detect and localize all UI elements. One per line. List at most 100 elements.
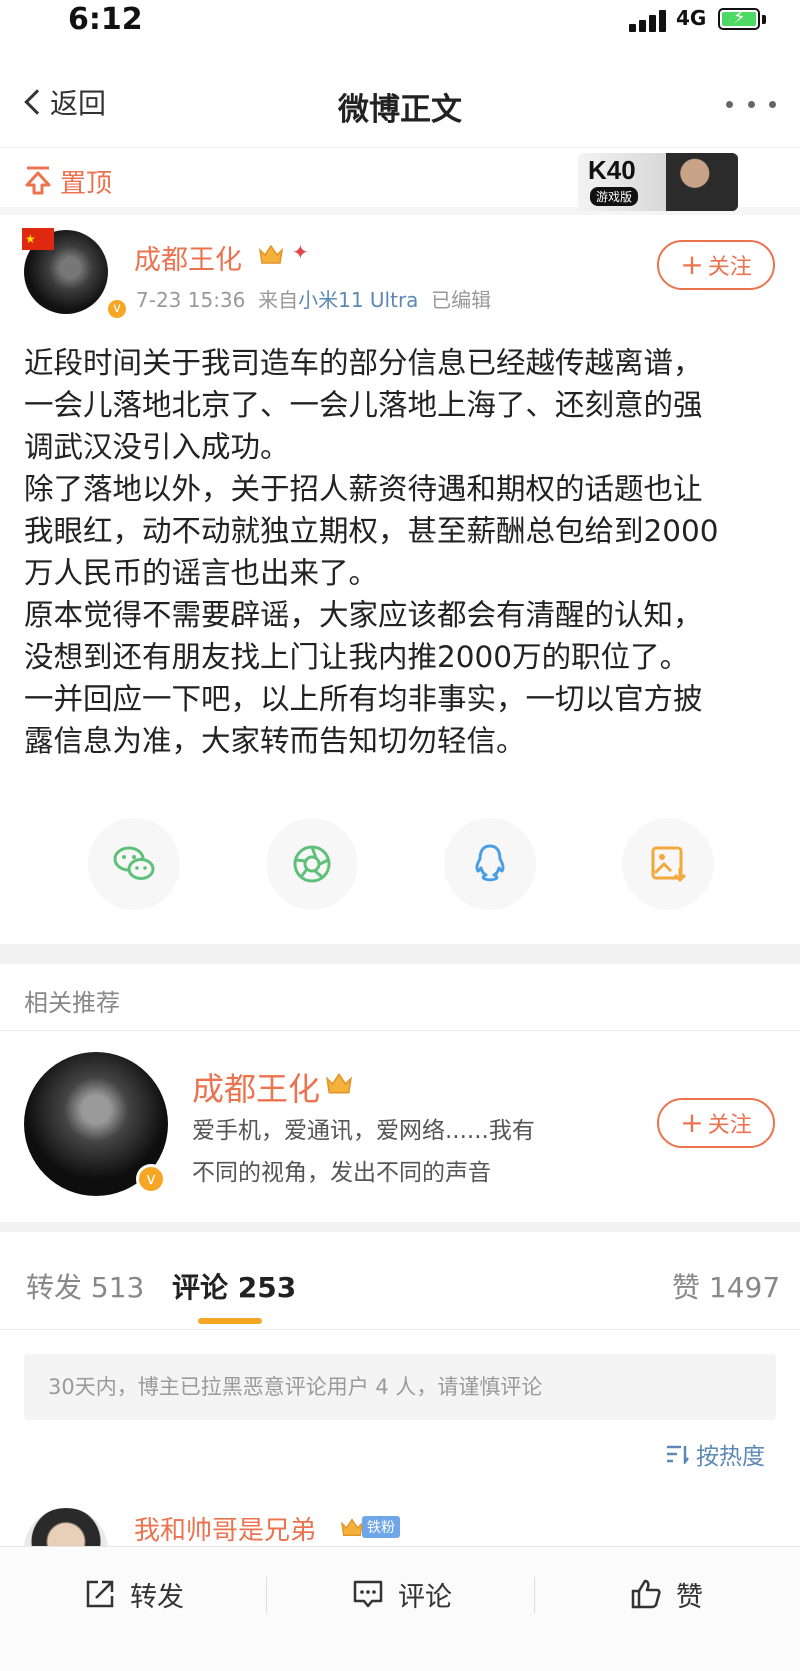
crown-icon xyxy=(258,244,284,264)
share-moments-button[interactable] xyxy=(266,818,358,910)
related-title: 相关推荐 xyxy=(24,989,120,1017)
commenter-name[interactable]: 我和帅哥是兄弟 xyxy=(134,1510,316,1547)
pin-row: 置顶 K40 游戏版 xyxy=(0,149,800,215)
recommended-description: 爱手机，爱通讯，爱网络......我有 不同的视角，发出不同的声音 xyxy=(192,1110,535,1194)
recommended-avatar[interactable]: v xyxy=(24,1052,168,1196)
repost-icon xyxy=(86,1580,114,1608)
description-line: 不同的视角，发出不同的声音 xyxy=(192,1160,491,1186)
share-row xyxy=(0,818,800,918)
plus-icon: + xyxy=(680,1106,704,1139)
post-line: 万人民币的谣言也出来了。 xyxy=(24,556,379,590)
active-tab-indicator xyxy=(198,1318,262,1324)
flag-icon: ★ xyxy=(22,228,54,250)
follow-label: 关注 xyxy=(707,1113,752,1138)
post-line: 我眼红，动不动就独立期权，甚至薪酬总包给到2000 xyxy=(24,514,719,548)
verified-badge-icon: v xyxy=(136,1164,166,1194)
repost-label: 转发 xyxy=(130,1581,184,1613)
share-qq-button[interactable] xyxy=(444,818,536,910)
save-image-button[interactable] xyxy=(622,818,714,910)
tab-likes[interactable]: 赞 1497 xyxy=(672,1266,780,1306)
like-label: 赞 xyxy=(676,1581,703,1613)
share-wechat-button[interactable] xyxy=(88,818,180,910)
follow-label: 关注 xyxy=(707,255,752,280)
source-prefix: 来自 xyxy=(258,288,299,312)
author-avatar[interactable]: ★ v xyxy=(22,228,128,320)
tab-count: 513 xyxy=(90,1271,145,1304)
post-line: 调武汉没引入成功。 xyxy=(24,430,290,464)
tab-label: 转发 xyxy=(26,1271,83,1304)
more-options-button[interactable] xyxy=(726,94,776,114)
section-divider xyxy=(0,944,800,964)
author-name[interactable]: 成都王化 xyxy=(134,238,242,277)
ad-subtitle: 游戏版 xyxy=(590,187,639,206)
recommended-follow-button[interactable]: + 关注 xyxy=(657,1098,775,1148)
comment-icon xyxy=(353,1580,383,1608)
ad-image xyxy=(666,153,738,211)
charging-icon: ⚡ xyxy=(733,7,746,28)
weibo-post-screen: 6:12 4G ⚡ 返回 微博正文 置顶 K40 游戏版 ★ v 成都王化 ✦ … xyxy=(0,0,800,1671)
post-line: 原本觉得不需要辟谣，大家应该都会有清醒的认知， xyxy=(24,598,703,632)
post-line: 除了落地以外，关于招人薪资待遇和期权的话题也让 xyxy=(24,472,703,506)
save-image-icon xyxy=(651,846,687,883)
sort-icon xyxy=(667,1445,689,1464)
post-line: 近段时间关于我司造车的部分信息已经越传越离谱， xyxy=(24,346,703,380)
tab-count: 1497 xyxy=(708,1271,781,1304)
crown-icon xyxy=(340,1518,364,1536)
post-body: 近段时间关于我司造车的部分信息已经越传越离谱， 一会儿落地北京了、一会儿落地上海… xyxy=(24,342,784,762)
post-line: 露信息为准，大家转而告知切勿轻信。 xyxy=(24,724,526,758)
moments-icon xyxy=(293,845,331,883)
page-title: 微博正文 xyxy=(338,92,462,128)
post-header: ★ v 成都王化 ✦ 7-23 15:36 来自小米11 Ultra 已编辑 +… xyxy=(0,222,800,342)
bottom-toolbar: 转发 评论 赞 xyxy=(0,1546,800,1671)
crown-icon xyxy=(325,1072,353,1094)
plus-icon: + xyxy=(680,248,704,281)
fan-badge: 铁粉 xyxy=(362,1516,400,1538)
medal-icon: ✦ xyxy=(292,240,309,264)
recommended-user-card[interactable]: v 成都王化 爱手机，爱通讯，爱网络......我有 不同的视角，发出不同的声音… xyxy=(0,1032,800,1222)
ad-banner[interactable]: K40 游戏版 xyxy=(578,153,738,211)
interaction-tabs: 转发 513 评论 253 赞 1497 xyxy=(0,1232,800,1330)
comment-label: 评论 xyxy=(398,1581,452,1613)
qq-icon xyxy=(475,844,505,882)
verified-badge-icon: v xyxy=(106,298,128,320)
repost-button[interactable]: 转发 xyxy=(84,1547,184,1641)
edited-label: 已编辑 xyxy=(431,288,492,312)
toolbar-separator xyxy=(266,1577,267,1613)
back-label: 返回 xyxy=(50,87,107,120)
tab-count: 253 xyxy=(237,1271,297,1304)
section-divider xyxy=(0,1222,800,1232)
status-time: 6:12 xyxy=(68,2,143,37)
post-line: 一并回应一下吧，以上所有均非事实，一切以官方披 xyxy=(24,682,703,716)
blocked-users-notice: 30天内，博主已拉黑恶意评论用户 4 人，请谨慎评论 xyxy=(24,1354,776,1420)
recommended-name[interactable]: 成都王化 xyxy=(192,1064,320,1110)
signal-icon xyxy=(629,10,671,32)
post-meta: 7-23 15:36 来自小米11 Ultra 已编辑 xyxy=(136,284,491,313)
back-button[interactable]: 返回 xyxy=(18,82,106,122)
tab-label: 评论 xyxy=(172,1271,229,1304)
like-button[interactable]: 赞 xyxy=(630,1547,703,1641)
ad-title: K40 xyxy=(588,155,636,185)
tab-repost[interactable]: 转发 513 xyxy=(26,1266,144,1306)
battery-tip xyxy=(762,15,766,24)
thumbs-up-icon xyxy=(631,1579,661,1609)
sort-button[interactable]: 按热度 xyxy=(666,1438,765,1470)
network-label: 4G xyxy=(676,6,707,30)
toolbar-separator xyxy=(534,1577,535,1613)
tab-label: 赞 xyxy=(672,1271,701,1304)
pin-label: 置顶 xyxy=(60,169,113,199)
comment-button[interactable]: 评论 xyxy=(352,1547,452,1641)
nav-bar: 返回 微博正文 xyxy=(0,42,800,148)
wechat-icon xyxy=(113,846,155,880)
post-source[interactable]: 小米11 Ultra xyxy=(298,288,418,312)
sort-label: 按热度 xyxy=(696,1444,765,1470)
post-date: 7-23 15:36 xyxy=(136,288,246,312)
pin-top-icon xyxy=(25,166,51,195)
related-header: 相关推荐 xyxy=(0,965,800,1031)
follow-button[interactable]: + 关注 xyxy=(657,240,775,290)
tab-comments[interactable]: 评论 253 xyxy=(172,1266,296,1306)
chevron-left-icon xyxy=(24,89,50,115)
post-line: 一会儿落地北京了、一会儿落地上海了、还刻意的强 xyxy=(24,388,703,422)
post-line: 没想到还有朋友找上门让我内推2000万的职位了。 xyxy=(24,640,690,674)
status-bar: 6:12 4G ⚡ xyxy=(0,0,800,42)
description-line: 爱手机，爱通讯，爱网络......我有 xyxy=(192,1118,535,1144)
